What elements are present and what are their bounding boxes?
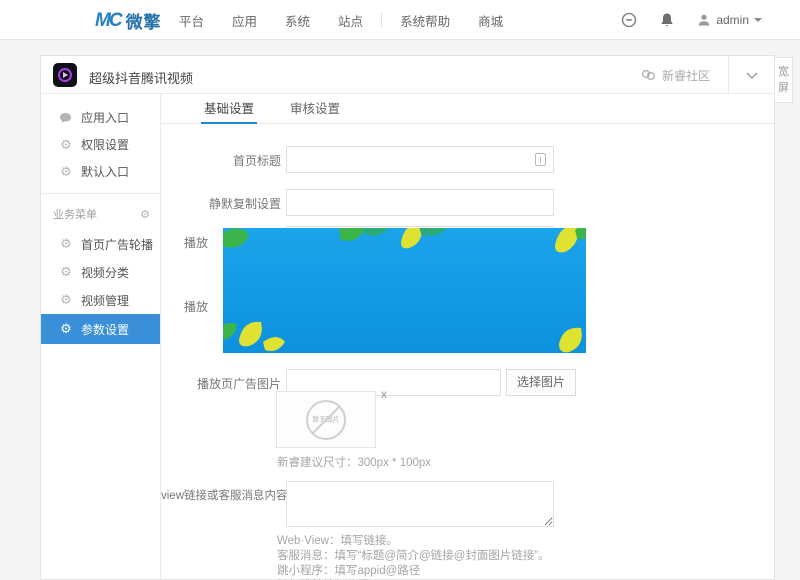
module-title: 超级抖音腾讯视频 [89, 68, 193, 87]
sidebar-item-label: 视频管理 [81, 292, 129, 309]
sidebar-item-label: 应用入口 [81, 109, 129, 126]
nav-platform[interactable]: 平台 [165, 11, 218, 30]
home-title-input[interactable] [286, 146, 554, 173]
sidebar-item-label: 首页广告轮播 [81, 236, 153, 253]
sidebar-item-label: 权限设置 [81, 136, 129, 153]
widescreen-toggle[interactable]: 宽屏 [775, 57, 793, 103]
sidebar-item-entry[interactable]: 应用入口 [41, 104, 160, 131]
bell-icon[interactable] [659, 12, 675, 28]
sidebar-item-home-carousel[interactable]: ⚙ 首页广告轮播 [41, 230, 160, 258]
settings-content: 基础设置 审核设置 首页标题 静默复制设置 播放 播放 [161, 94, 774, 579]
sidebar-divider [41, 193, 160, 194]
emoji-insert-icon[interactable] [535, 153, 546, 166]
community-label: 新睿社区 [662, 67, 710, 84]
sidebar-item-label: 默认入口 [81, 163, 129, 180]
chevron-down-icon [754, 18, 762, 22]
sidebar-section-business-menu: 业务菜单 ⚙ [41, 202, 160, 226]
top-navigation: 平台 应用 系统 站点 系统帮助 商城 [165, 0, 517, 40]
nav-divider [381, 13, 382, 27]
card-header: 超级抖音腾讯视频 新睿社区 [41, 56, 774, 94]
help-line-miniprogram: 跳小程序：填写appid@路径 [277, 564, 550, 579]
ad-image-label: 播放页广告图片 [161, 375, 281, 392]
no-image-icon: 暂无图片 [306, 400, 346, 440]
sidebar-item-permissions[interactable]: ⚙ 权限设置 [41, 131, 160, 158]
link-icon [641, 69, 656, 81]
form-row-home-title: 首页标题 [161, 146, 774, 173]
gear-icon: ⚙ [59, 321, 73, 337]
topbar-right: admin [621, 0, 762, 40]
nav-store[interactable]: 商城 [464, 11, 517, 30]
sidebar-item-default-entry[interactable]: ⚙ 默认入口 [41, 158, 160, 185]
view-link-label: view链接或客服消息内容 [161, 487, 281, 503]
tab-review-settings[interactable]: 审核设置 [287, 94, 343, 124]
size-hint: 新睿建议尺寸：300px * 100px [277, 454, 431, 470]
home-title-label: 首页标题 [161, 152, 281, 169]
ad-image-placeholder[interactable]: 暂无图片 [276, 391, 376, 448]
help-line-service-msg: 客服消息：填写“标题@简介@链接@封面图片链接”。 [277, 549, 550, 564]
module-app-icon [53, 63, 77, 87]
gear-icon: ⚙ [59, 137, 73, 153]
logo-text: 微擎 [126, 8, 162, 33]
user-menu[interactable]: admin [697, 13, 762, 27]
gear-icon: ⚙ [59, 164, 73, 180]
gear-icon[interactable]: ⚙ [140, 208, 150, 221]
form-row-view-link: view链接或客服消息内容 [161, 481, 774, 527]
sidebar-item-label: 参数设置 [81, 321, 129, 338]
section-label: 业务菜单 [53, 206, 97, 222]
view-link-textarea[interactable] [286, 481, 554, 527]
gear-icon: ⚙ [59, 292, 73, 308]
nav-system[interactable]: 系统 [271, 11, 324, 30]
community-link[interactable]: 新睿社区 [641, 56, 710, 94]
sidebar-item-label: 视频分类 [81, 264, 129, 281]
comment-icon [59, 112, 73, 124]
silent-copy-label: 静默复制设置 [161, 195, 281, 212]
nav-help[interactable]: 系统帮助 [386, 11, 464, 30]
user-icon [697, 13, 711, 27]
module-card: 超级抖音腾讯视频 新睿社区 应用入口 ⚙ 权限设置 ⚙ 默认入口 业务菜单 ⚙ [40, 55, 775, 580]
form-row-silent-copy: 静默复制设置 [161, 189, 774, 216]
banner-image-preview[interactable] [223, 228, 586, 353]
sidebar-item-video-manage[interactable]: ⚙ 视频管理 [41, 286, 160, 314]
remove-image-button[interactable]: x [381, 387, 387, 401]
logo-mark: MC [95, 10, 121, 32]
gear-icon: ⚙ [59, 264, 73, 280]
help-text: Web·View：填写链接。 客服消息：填写“标题@简介@链接@封面图片链接”。… [277, 534, 550, 580]
choose-image-button[interactable]: 选择图片 [506, 369, 576, 396]
tab-basic-settings[interactable]: 基础设置 [201, 94, 257, 124]
play-icon [63, 72, 68, 78]
silent-copy-input[interactable] [286, 189, 554, 216]
settings-tabs: 基础设置 审核设置 [161, 94, 774, 124]
sidebar-item-parameter-settings[interactable]: ⚙ 参数设置 [41, 314, 160, 344]
leaf-decorations [223, 228, 586, 353]
nav-apps[interactable]: 应用 [218, 11, 271, 30]
module-sidebar: 应用入口 ⚙ 权限设置 ⚙ 默认入口 业务菜单 ⚙ ⚙ 首页广告轮播 ⚙ 视频分… [41, 94, 161, 579]
help-line-webview: Web·View：填写链接。 [277, 534, 550, 549]
chevron-down-icon [746, 72, 758, 79]
no-image-label: 暂无图片 [312, 415, 339, 424]
app-logo[interactable]: MC 微擎 [95, 8, 162, 33]
nav-sites[interactable]: 站点 [324, 11, 377, 30]
widescreen-label: 宽屏 [778, 64, 789, 97]
collapse-toggle[interactable] [728, 56, 774, 94]
message-icon[interactable] [621, 12, 637, 28]
form-row-ad-image: 播放页广告图片 选择图片 [161, 369, 774, 396]
sidebar-item-video-category[interactable]: ⚙ 视频分类 [41, 258, 160, 286]
username: admin [716, 13, 749, 27]
gear-icon: ⚙ [59, 236, 73, 252]
topbar: MC 微擎 平台 应用 系统 站点 系统帮助 商城 admin [0, 0, 800, 40]
